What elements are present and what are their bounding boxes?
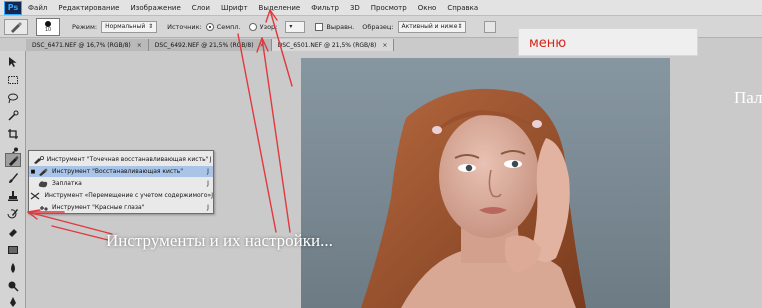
chevron-down-icon: ⇕: [457, 23, 463, 30]
aligned-checkbox[interactable]: [315, 22, 324, 31]
menu-3d[interactable]: 3D: [350, 4, 360, 12]
document-canvas-photo: [301, 58, 670, 308]
sample-from-label: Образец:: [362, 22, 394, 31]
sampled-radio[interactable]: [205, 22, 214, 31]
lasso-tool-icon[interactable]: [5, 91, 21, 105]
mode-select[interactable]: Нормальный ⇕: [101, 20, 158, 33]
close-icon[interactable]: ×: [137, 42, 142, 49]
menu-bar: Ps Файл Редактирование Изображение Слои …: [0, 0, 762, 16]
flyout-item-label: Инструмент «Перемещение с учетом содержи…: [44, 192, 212, 199]
close-icon[interactable]: ×: [260, 42, 265, 49]
healing-brush-icon: [11, 21, 22, 33]
menu-annotation-label: меню: [529, 36, 567, 51]
dodge-tool-icon[interactable]: [5, 279, 21, 293]
flyout-item-shortcut: J: [209, 156, 212, 163]
annotation-arrow-line: [27, 211, 113, 235]
eraser-tool-icon[interactable]: [5, 225, 21, 239]
mode-label: Режим:: [72, 22, 98, 31]
selected-marker-icon: ■: [30, 168, 36, 175]
aligned-label: Выравн.: [326, 22, 355, 31]
cut-off-caption: Пал: [734, 88, 762, 107]
flyout-item-content-aware-move[interactable]: Инструмент «Перемещение с учетом содержи…: [29, 190, 213, 201]
mode-value: Нормальный: [105, 23, 146, 30]
brush-size-value: 10: [44, 26, 52, 33]
flyout-item-red-eye[interactable]: Инструмент "Красные глаза" J: [29, 202, 213, 213]
flyout-item-label: Заплатка: [52, 180, 82, 187]
flyout-item-shortcut: J: [211, 192, 213, 199]
flyout-item-label: Инструмент "Красные глаза": [52, 204, 145, 211]
flyout-item-label: Инструмент "Восстанавливающая кисть": [52, 168, 184, 175]
chevron-down-icon: ⇕: [148, 23, 154, 30]
document-tabs: DSC_6471.NEF @ 16,7% (RGB/8) × DSC_6492.…: [26, 39, 395, 51]
sample-from-select[interactable]: Активный и ниже ⇕: [397, 20, 467, 33]
source-label: Источник:: [167, 22, 202, 31]
tools-panel: [0, 51, 26, 308]
photoshop-window: Ps Файл Редактирование Изображение Слои …: [0, 0, 762, 308]
patch-icon: [37, 179, 49, 188]
tab-label: DSC_6492.NEF @ 21,5% (RGB/8): [154, 41, 254, 49]
tab-label: DSC_6501.NEF @ 21,5% (RGB/8): [277, 41, 377, 49]
brush-tool-icon[interactable]: [5, 171, 21, 185]
blur-tool-icon[interactable]: [5, 261, 21, 275]
sampled-label: Семпл.: [216, 22, 241, 31]
tool-preset-picker[interactable]: [4, 18, 28, 35]
source-sampled-option[interactable]: Семпл.: [205, 22, 241, 31]
annotation-arrow-line: [261, 37, 291, 233]
pattern-picker[interactable]: ▾: [285, 20, 306, 33]
flyout-item-shortcut: J: [207, 204, 209, 211]
crop-tool-icon[interactable]: [5, 127, 21, 141]
history-brush-tool-icon[interactable]: [5, 207, 21, 221]
flyout-item-healing-brush[interactable]: ■ Инструмент "Восстанавливающая кисть" J: [29, 166, 213, 177]
healing-brush-icon: [37, 167, 49, 176]
marquee-tool-icon[interactable]: [5, 73, 21, 87]
menu-view[interactable]: Просмотр: [371, 4, 407, 12]
menu-filter[interactable]: Фильтр: [311, 4, 339, 12]
menu-select[interactable]: Выделение: [259, 4, 301, 12]
source-pattern-option[interactable]: Узор:: [248, 22, 278, 31]
red-eye-icon: [37, 203, 49, 212]
tools-caption: Инструменты и их настройки...: [106, 231, 333, 250]
portrait-photo: [301, 58, 670, 308]
photoshop-logo: Ps: [4, 0, 22, 15]
healing-brush-tool-icon[interactable]: [5, 153, 21, 167]
spot-healing-icon: [33, 155, 44, 164]
brush-size-picker[interactable]: 10: [36, 17, 60, 36]
tab-document-3[interactable]: DSC_6501.NEF @ 21,5% (RGB/8) ×: [271, 39, 395, 51]
flyout-item-label: Инструмент "Точечная восстанавливающая к…: [46, 156, 209, 163]
menu-file[interactable]: Файл: [28, 4, 47, 12]
menu-window[interactable]: Окно: [418, 4, 437, 12]
menu-image[interactable]: Изображение: [130, 4, 180, 12]
ignore-adjustment-layers-icon[interactable]: [484, 20, 497, 33]
tab-label: DSC_6471.NEF @ 16,7% (RGB/8): [32, 41, 131, 49]
move-tool-icon[interactable]: [5, 55, 21, 69]
tab-document-2[interactable]: DSC_6492.NEF @ 21,5% (RGB/8) ×: [148, 39, 272, 51]
menu-layers[interactable]: Слои: [192, 4, 210, 12]
healing-tools-flyout: Инструмент "Точечная восстанавливающая к…: [28, 150, 214, 214]
tab-document-1[interactable]: DSC_6471.NEF @ 16,7% (RGB/8) ×: [26, 39, 149, 51]
annotation-arrow-line: [51, 225, 109, 241]
clone-stamp-tool-icon[interactable]: [5, 189, 21, 203]
annotation-arrow-line: [237, 33, 277, 233]
flyout-item-shortcut: J: [207, 168, 209, 175]
pattern-radio[interactable]: [248, 22, 257, 31]
sample-from-value: Активный и ниже: [401, 23, 458, 30]
quick-selection-tool-icon[interactable]: [5, 109, 21, 123]
menu-help[interactable]: Справка: [447, 4, 478, 12]
menu-annotation-box: меню: [518, 28, 698, 56]
aligned-option[interactable]: Выравн.: [315, 22, 355, 31]
menu-type[interactable]: Шрифт: [221, 4, 248, 12]
pattern-label: Узор:: [259, 22, 278, 31]
content-aware-move-icon: [30, 191, 41, 200]
gradient-tool-icon[interactable]: [5, 243, 21, 257]
flyout-item-spot-healing[interactable]: Инструмент "Точечная восстанавливающая к…: [29, 154, 213, 165]
chevron-down-icon: ▾: [289, 23, 293, 30]
pen-tool-icon[interactable]: [5, 295, 21, 308]
flyout-item-patch[interactable]: Заплатка J: [29, 178, 213, 189]
close-icon[interactable]: ×: [382, 42, 387, 49]
menu-edit[interactable]: Редактирование: [58, 4, 119, 12]
flyout-item-shortcut: J: [207, 180, 209, 187]
